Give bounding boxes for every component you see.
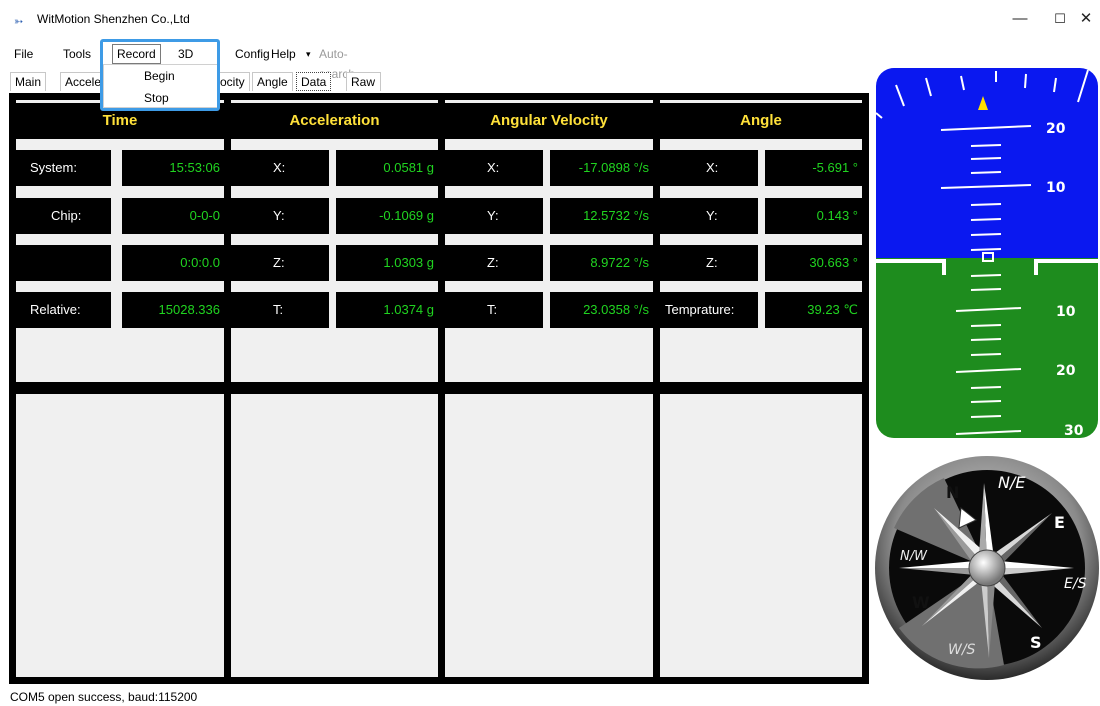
window-title: WitMotion Shenzhen Co.,Ltd: [37, 12, 190, 26]
relative-label: Relative:: [16, 292, 111, 328]
data-grid: Time System: 15:53:06 Chip: 0-0-0 0:0:0.…: [9, 93, 869, 684]
close-button[interactable]: ✕: [1066, 8, 1100, 30]
accel-z-value: 1.0303 g: [336, 245, 438, 281]
menu-3d[interactable]: 3D: [178, 44, 193, 64]
accel-z-label: Z:: [231, 245, 329, 281]
attitude-indicator: 20 10 10 20 30: [876, 68, 1098, 438]
pitch-label-20-up: 20: [1046, 121, 1066, 137]
minimize-button[interactable]: —: [1000, 8, 1040, 30]
timer-value: 0:0:0.0: [122, 245, 224, 281]
angular-velocity-panel: [445, 100, 653, 382]
record-dropdown-menu: Begin Stop: [103, 64, 218, 108]
system-value: 15:53:06: [122, 150, 224, 186]
record-begin-item[interactable]: Begin: [144, 69, 175, 83]
accel-y-label: Y:: [231, 198, 329, 234]
menu-help[interactable]: Help: [271, 44, 296, 64]
sky-area: [876, 68, 1098, 258]
chip-label: Chip:: [16, 198, 111, 234]
angle-x-label: X:: [660, 150, 758, 186]
compass-label-ne: N/E: [998, 473, 1026, 492]
pitch-label-10-down: 10: [1056, 304, 1076, 320]
compass-label-nw: N/W: [900, 549, 928, 564]
compass-label-e: E: [1054, 513, 1065, 532]
compass-label-sw: W/S: [948, 642, 976, 658]
accel-t-value: 1.0374 g: [336, 292, 438, 328]
lower-panel-acceleration: [231, 394, 438, 677]
system-label: System:: [16, 150, 111, 186]
gyro-y-label: Y:: [445, 198, 543, 234]
relative-value: 15028.336: [122, 292, 224, 328]
accel-x-value: 0.0581 g: [336, 150, 438, 186]
ground-area: [876, 258, 1098, 438]
accel-t-label: T:: [231, 292, 329, 328]
acceleration-header: Acceleration: [231, 103, 438, 139]
pitch-label-10-up: 10: [1046, 180, 1066, 196]
angle-z-value: 30.663 °: [765, 245, 862, 281]
angular-velocity-header: Angular Velocity: [445, 103, 653, 139]
accel-y-value: -0.1069 g: [336, 198, 438, 234]
compass-label-se: E/S: [1064, 576, 1087, 592]
angle-z-label: Z:: [660, 245, 758, 281]
angle-panel: [660, 100, 862, 382]
pitch-label-20-down: 20: [1056, 363, 1076, 379]
time-panel: [16, 100, 224, 382]
tab-raw-data[interactable]: Raw Data: [346, 72, 382, 107]
menu-tools[interactable]: Tools: [63, 44, 91, 64]
gyro-z-value: 8.9722 °/s: [550, 245, 653, 281]
time-header: Time: [16, 103, 224, 139]
gyro-x-label: X:: [445, 150, 543, 186]
angle-header: Angle: [660, 103, 862, 139]
compass-label-w: W: [912, 593, 930, 612]
app-logo-icon: ➳: [14, 16, 24, 28]
pitch-label-30-down: 30: [1064, 423, 1084, 438]
menu-record[interactable]: Record: [112, 44, 161, 64]
lower-panel-angular-velocity: [445, 394, 653, 677]
tab-angular-velocity[interactable]: ocity: [216, 72, 250, 91]
compass-label-n: N: [946, 483, 959, 502]
tab-main[interactable]: Main: [10, 72, 47, 91]
compass-indicator: N N/E E E/S S W/S W N/W: [874, 448, 1100, 688]
gyro-t-label: T:: [445, 292, 543, 328]
lower-panel-angle: [660, 394, 862, 677]
acceleration-panel: [231, 100, 438, 382]
gyro-y-value: 12.5732 °/s: [550, 198, 653, 234]
angle-y-value: 0.143 °: [765, 198, 862, 234]
gyro-z-label: Z:: [445, 245, 543, 281]
tab-data[interactable]: Data: [296, 72, 332, 91]
tab-angle[interactable]: Angle: [252, 72, 293, 91]
title-bar: ➳ WitMotion Shenzhen Co.,Ltd — ☐ ✕: [0, 0, 1100, 40]
temperature-value: 39.23 ℃: [765, 292, 862, 328]
gyro-x-value: -17.0898 °/s: [550, 150, 653, 186]
compass-label-s: S: [1030, 633, 1042, 652]
status-bar: COM5 open success, baud:115200: [0, 688, 1100, 706]
chip-value: 0-0-0: [122, 198, 224, 234]
lower-panel-time: [16, 394, 224, 677]
temperature-label: Temprature:: [660, 292, 758, 328]
record-stop-item[interactable]: Stop: [144, 91, 169, 105]
menu-file[interactable]: File: [14, 44, 33, 64]
angle-x-value: -5.691 °: [765, 150, 862, 186]
menu-config[interactable]: Config: [235, 44, 270, 64]
accel-x-label: X:: [231, 150, 329, 186]
gyro-t-value: 23.0358 °/s: [550, 292, 653, 328]
angle-y-label: Y:: [660, 198, 758, 234]
help-dropdown-icon: ▾: [306, 49, 311, 59]
menu-auto-search[interactable]: Auto-search: [319, 44, 355, 81]
blank-label: [16, 245, 111, 281]
